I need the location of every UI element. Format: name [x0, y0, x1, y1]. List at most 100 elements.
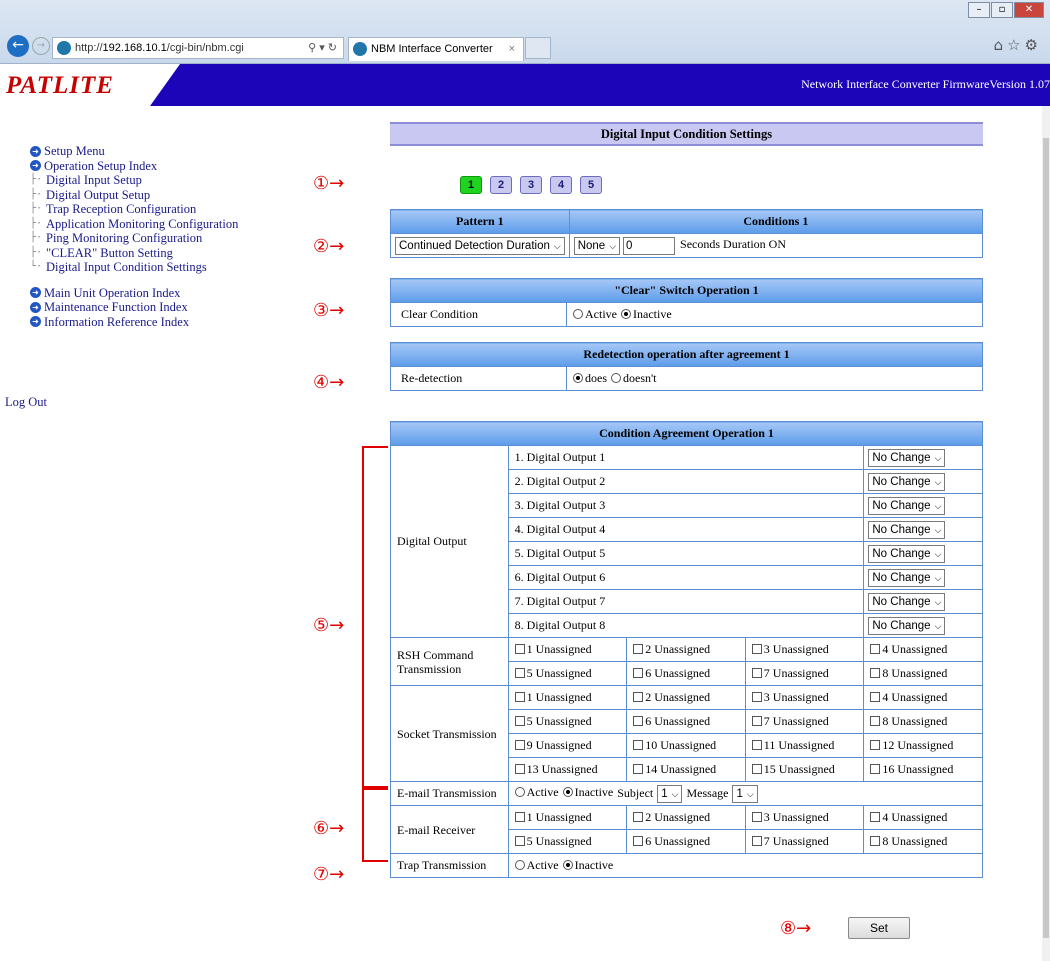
socket-transmission-item-checkbox[interactable] [633, 764, 644, 774]
sidebar-item-clear-button-setting[interactable]: ├· "CLEAR" Button Setting [30, 246, 280, 261]
digital-output-name: 2. Digital Output 2 [507, 469, 865, 494]
forward-arrow-icon[interactable]: → [32, 37, 50, 55]
rsh-command-item-checkbox[interactable] [751, 644, 762, 654]
redetect-doesnt-radio[interactable] [611, 373, 621, 383]
clear-active-radio[interactable] [573, 309, 583, 319]
redetect-does-radio[interactable] [573, 373, 583, 383]
close-window-button[interactable]: ✕ [1014, 2, 1044, 18]
rsh-command-item-checkbox[interactable] [751, 668, 762, 678]
digital-output-select[interactable]: No Change ⌵ [868, 496, 946, 515]
email-inactive-radio[interactable] [562, 787, 573, 798]
socket-transmission-item-checkbox[interactable] [870, 692, 881, 702]
email-receiver-item-checkbox[interactable] [870, 812, 881, 822]
socket-transmission-item-checkbox[interactable] [514, 692, 525, 702]
socket-transmission-item-checkbox[interactable] [633, 740, 644, 750]
subject-select[interactable]: 1 ⌵ [657, 784, 683, 803]
condition-select[interactable]: None ⌵ [573, 236, 621, 255]
logout-link[interactable]: Log Out [5, 395, 47, 410]
scrollbar-thumb[interactable] [1043, 138, 1049, 938]
duration-input[interactable]: 0 [623, 236, 676, 255]
digital-output-name: 5. Digital Output 5 [507, 541, 865, 566]
back-arrow-icon[interactable]: ← [7, 35, 29, 57]
sidebar-item-information[interactable]: ➜ Information Reference Index [30, 315, 280, 330]
sidebar-item-operation-index[interactable]: ➜ Operation Setup Index [30, 159, 280, 174]
address-controls[interactable]: ⚲ ▾ ↻ [308, 38, 337, 58]
sidebar-item-digital-output-setup[interactable]: ├· Digital Output Setup [30, 188, 280, 203]
sidebar-item-digital-input-setup[interactable]: ├· Digital Input Setup [30, 173, 280, 188]
socket-transmission-item-checkbox[interactable] [633, 692, 644, 702]
socket-transmission-item-checkbox[interactable] [751, 764, 762, 774]
minimize-button[interactable]: – [968, 2, 990, 18]
toolbar-icons[interactable]: ⌂☆⚙ [994, 36, 1042, 54]
digital-output-name: 7. Digital Output 7 [507, 589, 865, 614]
email-receiver-item-checkbox[interactable] [633, 836, 644, 846]
sidebar-label: Setup Menu [44, 144, 105, 158]
email-active-radio[interactable] [514, 787, 525, 798]
message-select[interactable]: 1 ⌵ [732, 784, 758, 803]
socket-transmission-item-checkbox[interactable] [870, 716, 881, 726]
sidebar-item-application-monitoring-configuration[interactable]: ├· Application Monitoring Configuration [30, 217, 280, 232]
browser-tab[interactable]: NBM Interface Converter × [348, 37, 524, 61]
address-bar[interactable]: http://192.168.10.1/cgi-bin/nbm.cgi ⚲ ▾ … [52, 37, 344, 59]
email-receiver-item-checkbox[interactable] [633, 812, 644, 822]
rsh-command-item-checkbox[interactable] [870, 644, 881, 654]
socket-transmission-item-checkbox[interactable] [751, 740, 762, 750]
patlite-logo: PATLITE [6, 72, 114, 99]
page-button-1[interactable]: 1 [460, 176, 482, 194]
socket-transmission-item-checkbox[interactable] [514, 740, 525, 750]
email-receiver-item-checkbox[interactable] [751, 812, 762, 822]
digital-output-select[interactable]: No Change ⌵ [868, 520, 946, 539]
email-receiver-item-checkbox[interactable] [870, 836, 881, 846]
tab-close-icon[interactable]: × [509, 38, 515, 60]
sidebar-item-maintenance[interactable]: ➜ Maintenance Function Index [30, 300, 280, 315]
sidebar-item-digital-input-condition-settings[interactable]: └· Digital Input Condition Settings [30, 260, 280, 275]
redetection-label: Re-detection [390, 366, 567, 391]
page-button-2[interactable]: 2 [490, 176, 512, 194]
page-button-4[interactable]: 4 [550, 176, 572, 194]
digital-output-select[interactable]: No Change ⌵ [868, 544, 946, 563]
sidebar-item-setup-menu[interactable]: ➜ Setup Menu [30, 144, 280, 159]
email-receiver-item-cell: 4 Unassigned [863, 805, 983, 830]
rsh-command-item-checkbox[interactable] [514, 668, 525, 678]
sidebar-item-main-unit[interactable]: ➜ Main Unit Operation Index [30, 286, 280, 301]
socket-transmission-item-checkbox[interactable] [514, 716, 525, 726]
email-transmission-row: E-mail Transmission Active Inactive Subject… [390, 781, 984, 806]
rsh-command-item-checkbox[interactable] [633, 644, 644, 654]
digital-output-select[interactable]: No Change ⌵ [868, 448, 946, 467]
email-receiver-item-checkbox[interactable] [514, 836, 525, 846]
maximize-button[interactable]: ▫ [991, 2, 1013, 18]
pattern-select[interactable]: Continued Detection Duration ⌵ [395, 236, 565, 255]
firmware-info: Network Interface Converter FirmwareVers… [801, 77, 1050, 91]
rsh-command-item-checkbox[interactable] [870, 668, 881, 678]
tree-branch-icon: ├· [30, 203, 43, 214]
new-tab-button[interactable] [525, 37, 551, 59]
socket-transmission-item-label: 11 Unassigned [763, 738, 835, 752]
socket-transmission-item-checkbox[interactable] [514, 764, 525, 774]
page-scrollbar[interactable] [1042, 106, 1050, 961]
rsh-command-item-checkbox[interactable] [514, 644, 525, 654]
digital-output-select-value: No Change [872, 499, 931, 512]
email-receiver-item-checkbox[interactable] [514, 812, 525, 822]
socket-transmission-item-checkbox[interactable] [751, 716, 762, 726]
digital-output-select[interactable]: No Change ⌵ [868, 472, 946, 491]
trap-active-radio[interactable] [514, 860, 525, 870]
tree-branch-icon: ├· [30, 246, 43, 258]
digital-output-select[interactable]: No Change ⌵ [868, 592, 946, 611]
email-receiver-item-label: 4 Unassigned [882, 810, 948, 824]
set-button[interactable]: Set [848, 917, 910, 939]
clear-inactive-radio[interactable] [621, 309, 631, 319]
rsh-command-item-checkbox[interactable] [633, 668, 644, 678]
sidebar-item-trap-reception-configuration[interactable]: ├· Trap Reception Configuration [30, 202, 280, 217]
digital-output-select[interactable]: No Change ⌵ [868, 568, 946, 587]
digital-output-select[interactable]: No Change ⌵ [868, 616, 946, 635]
socket-transmission-label: Socket Transmission [390, 685, 509, 782]
sidebar-item-ping-monitoring-configuration[interactable]: ├· Ping Monitoring Configuration [30, 231, 280, 246]
socket-transmission-item-checkbox[interactable] [870, 740, 881, 750]
socket-transmission-item-checkbox[interactable] [633, 716, 644, 726]
email-receiver-item-checkbox[interactable] [751, 836, 762, 846]
page-button-3[interactable]: 3 [520, 176, 542, 194]
page-button-5[interactable]: 5 [580, 176, 602, 194]
socket-transmission-item-checkbox[interactable] [751, 692, 762, 702]
socket-transmission-item-checkbox[interactable] [870, 764, 881, 774]
trap-inactive-radio[interactable] [562, 860, 573, 870]
